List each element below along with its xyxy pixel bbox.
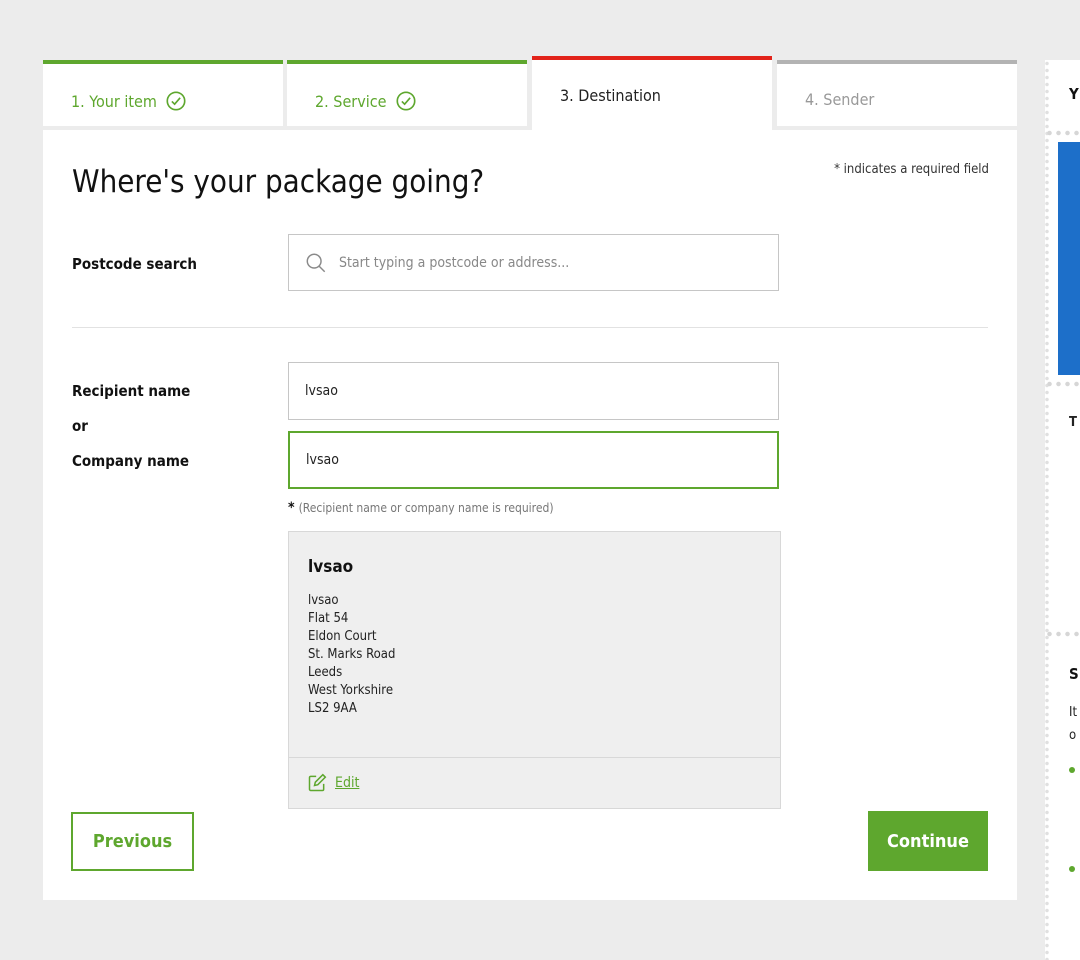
checkout-stepper: 1. Your item 2. Service 3. Destination 4… <box>43 56 1017 134</box>
bullet-icon <box>1069 866 1075 872</box>
section-divider <box>72 327 988 328</box>
tab-sender: 4. Sender <box>777 60 1017 126</box>
address-line: lvsao <box>308 593 339 608</box>
check-circle-icon <box>395 91 416 111</box>
address-line: Leeds <box>308 665 343 680</box>
address-lines: lvsao Flat 54 Eldon Court St. Marks Road… <box>308 592 395 718</box>
address-line: Eldon Court <box>308 629 377 644</box>
tab-destination[interactable]: 3. Destination <box>532 56 772 134</box>
bullet-icon <box>1069 767 1075 773</box>
address-card-footer: Edit <box>289 757 780 808</box>
address-line: LS2 9AA <box>308 701 357 716</box>
tab-service[interactable]: 2. Service <box>287 60 527 126</box>
sidebar-total-label: T <box>1069 415 1077 430</box>
hint-text: (Recipient name or company name is requi… <box>298 501 554 515</box>
tab-label: 1. Your item <box>71 91 157 111</box>
sidebar-section-heading: S <box>1069 665 1079 683</box>
edit-icon <box>308 773 327 792</box>
address-line: St. Marks Road <box>308 647 396 662</box>
edit-label: Edit <box>335 775 360 791</box>
tab-label: 4. Sender <box>805 90 875 109</box>
recipient-name-label: Recipient name <box>72 382 191 400</box>
recipient-name-input[interactable] <box>288 362 779 420</box>
continue-button[interactable]: Continue <box>868 811 988 871</box>
recipient-required-hint: * (Recipient name or company name is requ… <box>288 500 554 516</box>
address-recipient-name: lvsao <box>308 557 354 577</box>
postcode-search-box[interactable] <box>288 234 779 291</box>
stamp-image <box>1058 142 1080 375</box>
destination-form: Where's your package going? * indicates … <box>43 130 1017 900</box>
tab-label: 2. Service <box>315 91 387 111</box>
dotted-divider <box>1045 381 1080 387</box>
address-line: Flat 54 <box>308 611 349 626</box>
page-title: Where's your package going? <box>72 164 485 200</box>
company-name-input[interactable] <box>288 431 779 489</box>
sidebar-text: o <box>1069 728 1077 743</box>
previous-button[interactable]: Previous <box>71 812 194 871</box>
dotted-divider <box>1045 130 1080 136</box>
edit-address-link[interactable]: Edit <box>307 773 359 793</box>
postcode-search-input[interactable] <box>337 253 761 272</box>
sidebar-heading: Y <box>1069 85 1079 103</box>
dotted-divider <box>1045 631 1080 637</box>
tab-your-item[interactable]: 1. Your item <box>43 60 283 126</box>
postcode-search-label: Postcode search <box>72 255 197 273</box>
required-star: * <box>288 500 295 516</box>
address-line: West Yorkshire <box>308 683 394 698</box>
tab-label: 3. Destination <box>560 86 661 105</box>
company-name-label: Company name <box>72 452 190 470</box>
sidebar-text: It <box>1069 705 1078 720</box>
order-summary-sidebar: Y T S It o <box>1045 60 1080 960</box>
required-field-note: * indicates a required field <box>834 162 989 177</box>
perforated-edge <box>1045 60 1049 960</box>
check-circle-icon <box>166 91 186 111</box>
address-preview-card: lvsao lvsao Flat 54 Eldon Court St. Mark… <box>288 531 781 809</box>
or-label: or <box>72 417 88 435</box>
search-icon <box>306 253 326 272</box>
